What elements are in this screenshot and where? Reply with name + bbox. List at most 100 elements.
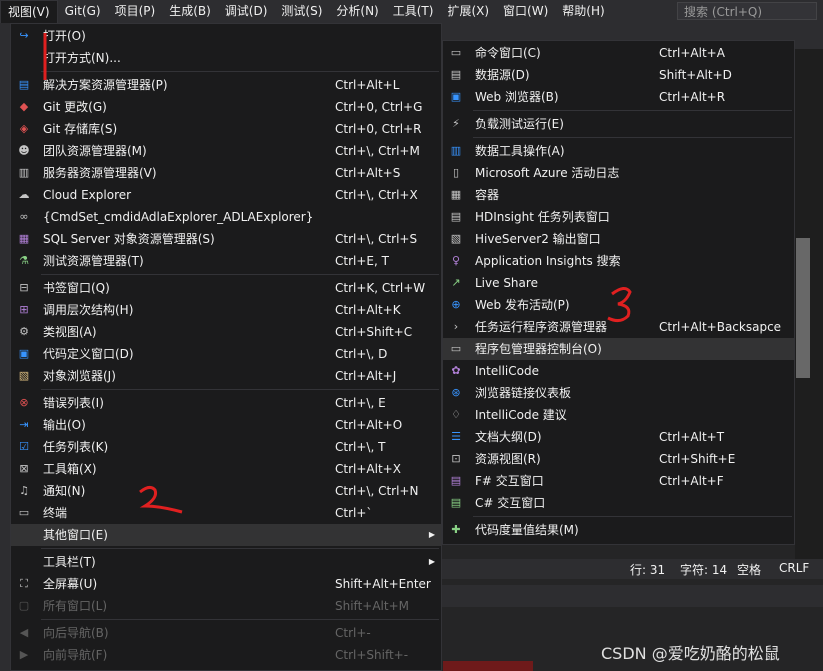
- submenu-item-package-manager-console[interactable]: ▭ 程序包管理器控制台(O): [443, 338, 794, 360]
- output-icon: ⇥: [19, 418, 29, 431]
- menu-item-object-browser[interactable]: ▧ 对象浏览器(J) Ctrl+Alt+J: [11, 365, 441, 387]
- menu-debug[interactable]: 调试(D): [218, 0, 275, 23]
- intellicode-icon: ✿: [451, 364, 461, 377]
- submenu-arrow-icon: ▶: [428, 530, 435, 539]
- menu-item-call-hierarchy[interactable]: ⊞ 调用层次结构(H) Ctrl+Alt+K: [11, 299, 441, 321]
- bookmark-icon: ⊟: [19, 281, 29, 294]
- intellicode-suggest-icon: ♢: [451, 408, 461, 421]
- submenu-item-task-runner[interactable]: › 任务运行程序资源管理器 Ctrl+Alt+Backsapce: [443, 316, 794, 338]
- binoculars-icon: ∞: [19, 210, 29, 223]
- separator: [473, 137, 792, 138]
- toolbox-icon: ⊠: [19, 462, 29, 475]
- app-insights-icon: ♀: [451, 254, 461, 267]
- submenu-item-azure-log[interactable]: ▯ Microsoft Azure 活动日志: [443, 162, 794, 184]
- menu-view[interactable]: 视图(V): [0, 0, 58, 23]
- status-line: 行: 31: [630, 563, 666, 577]
- submenu-item-browser-link[interactable]: ⊛ 浏览器链接仪表板: [443, 382, 794, 404]
- menu-item-team-explorer[interactable]: ☻ 团队资源管理器(M) Ctrl+\, Ctrl+M: [11, 140, 441, 162]
- hdinsight-icon: ▤: [450, 210, 462, 223]
- object-browser-icon: ▧: [18, 369, 30, 382]
- submenu-item-code-metrics[interactable]: ✚ 代码度量值结果(M): [443, 519, 794, 541]
- menu-item-notifications[interactable]: ♫ 通知(N) Ctrl+\, Ctrl+N: [11, 480, 441, 502]
- menu-item-output[interactable]: ⇥ 输出(O) Ctrl+Alt+O: [11, 414, 441, 436]
- code-definition-icon: ▣: [18, 347, 30, 360]
- menu-item-toolbox[interactable]: ⊠ 工具箱(X) Ctrl+Alt+X: [11, 458, 441, 480]
- submenu-item-web-browser[interactable]: ▣ Web 浏览器(B) Ctrl+Alt+R: [443, 86, 794, 108]
- menu-help[interactable]: 帮助(H): [555, 0, 611, 23]
- submenu-item-resource-view[interactable]: ⊡ 资源视图(R) Ctrl+Shift+E: [443, 448, 794, 470]
- submenu-item-command-window[interactable]: ▭ 命令窗口(C) Ctrl+Alt+A: [443, 42, 794, 64]
- submenu-item-web-publish[interactable]: ⊕ Web 发布活动(P): [443, 294, 794, 316]
- menu-item-bookmark[interactable]: ⊟ 书签窗口(Q) Ctrl+K, Ctrl+W: [11, 277, 441, 299]
- menu-item-error-list[interactable]: ⊗ 错误列表(I) Ctrl+\, E: [11, 392, 441, 414]
- status-eol: CRLF: [779, 561, 810, 575]
- menu-git[interactable]: Git(G): [58, 0, 108, 23]
- menu-item-open-with[interactable]: 打开方式(N)...: [11, 47, 441, 69]
- submenu-item-hdinsight[interactable]: ▤ HDInsight 任务列表窗口: [443, 206, 794, 228]
- menu-window[interactable]: 窗口(W): [496, 0, 555, 23]
- submenu-item-load-test[interactable]: ⚡ 负载测试运行(E): [443, 113, 794, 135]
- submenu-item-app-insights[interactable]: ♀ Application Insights 搜索: [443, 250, 794, 272]
- data-tools-icon: ▥: [450, 144, 462, 157]
- menu-item-navigate-forward[interactable]: ▶ 向前导航(F) Ctrl+Shift+-: [11, 644, 441, 666]
- menu-item-terminal[interactable]: ▭ 终端 Ctrl+`: [11, 502, 441, 524]
- menu-test[interactable]: 测试(S): [274, 0, 329, 23]
- all-windows-icon: ▢: [18, 599, 30, 612]
- submenu-item-data-tools[interactable]: ▥ 数据工具操作(A): [443, 140, 794, 162]
- menu-item-fullscreen[interactable]: ⛶ 全屏幕(U) Shift+Alt+Enter: [11, 573, 441, 595]
- menu-item-other-windows[interactable]: 其他窗口(E) ▶: [11, 524, 441, 546]
- separator: [473, 516, 792, 517]
- menu-item-cloud-explorer[interactable]: ☁ Cloud Explorer Ctrl+\, Ctrl+X: [11, 184, 441, 206]
- fullscreen-icon: ⛶: [20, 577, 28, 590]
- menu-tools[interactable]: 工具(T): [386, 0, 441, 23]
- test-explorer-icon: ⚗: [19, 254, 29, 267]
- menu-item-server-explorer[interactable]: ▥ 服务器资源管理器(V) Ctrl+Alt+S: [11, 162, 441, 184]
- submenu-item-intellicode[interactable]: ✿ IntelliCode: [443, 360, 794, 382]
- menu-item-test-explorer[interactable]: ⚗ 测试资源管理器(T) Ctrl+E, T: [11, 250, 441, 272]
- menu-extensions[interactable]: 扩展(X): [440, 0, 496, 23]
- menu-item-class-view[interactable]: ⚙ 类视图(A) Ctrl+Shift+C: [11, 321, 441, 343]
- bottom-panel-header: [440, 585, 823, 607]
- menu-item-open[interactable]: ↪ 打开(O): [11, 25, 441, 47]
- git-repository-icon: ◈: [19, 122, 29, 135]
- menu-item-solution-explorer[interactable]: ▤ 解决方案资源管理器(P) Ctrl+Alt+L: [11, 74, 441, 96]
- menu-item-all-windows[interactable]: ▢ 所有窗口(L) Shift+Alt+M: [11, 595, 441, 617]
- menu-build[interactable]: 生成(B): [162, 0, 218, 23]
- submenu-item-data-source[interactable]: ▤ 数据源(D) Shift+Alt+D: [443, 64, 794, 86]
- submenu-item-document-outline[interactable]: ☰ 文档大纲(D) Ctrl+Alt+T: [443, 426, 794, 448]
- submenu-item-live-share[interactable]: ↗ Live Share: [443, 272, 794, 294]
- exception-highlight: [443, 661, 533, 671]
- server-explorer-icon: ▥: [18, 166, 30, 179]
- search-input[interactable]: 搜索 (Ctrl+Q): [677, 2, 817, 20]
- separator: [41, 274, 439, 275]
- fsharp-interactive-icon: ▤: [450, 474, 462, 487]
- package-manager-console-icon: ▭: [450, 342, 462, 355]
- submenu-arrow-icon: ▶: [428, 557, 435, 566]
- resource-view-icon: ⊡: [451, 452, 461, 465]
- submenu-item-intellicode-suggestions[interactable]: ♢ IntelliCode 建议: [443, 404, 794, 426]
- status-space: 空格: [737, 563, 762, 577]
- web-browser-icon: ▣: [450, 90, 462, 103]
- menu-analyze[interactable]: 分析(N): [329, 0, 385, 23]
- menu-item-sql-server[interactable]: ▦ SQL Server 对象资源管理器(S) Ctrl+\, Ctrl+S: [11, 228, 441, 250]
- menu-item-code-definition[interactable]: ▣ 代码定义窗口(D) Ctrl+\, D: [11, 343, 441, 365]
- menu-item-adla-explorer[interactable]: ∞ {CmdSet_cmdidAdlaExplorer_ADLAExplorer}: [11, 206, 441, 228]
- menu-project[interactable]: 项目(P): [108, 0, 163, 23]
- menu-item-git-changes[interactable]: ◆ Git 更改(G) Ctrl+0, Ctrl+G: [11, 96, 441, 118]
- task-list-icon: ☑: [19, 440, 29, 453]
- menu-item-toolbars[interactable]: 工具栏(T) ▶: [11, 551, 441, 573]
- menu-item-git-repository[interactable]: ◈ Git 存储库(S) Ctrl+0, Ctrl+R: [11, 118, 441, 140]
- submenu-item-hiveserver[interactable]: ▧ HiveServer2 输出窗口: [443, 228, 794, 250]
- live-share-icon: ↗: [451, 276, 461, 289]
- menu-item-task-list[interactable]: ☑ 任务列表(K) Ctrl+\, T: [11, 436, 441, 458]
- status-bar: 行: 31 字符: 14 空格 CRLF: [440, 559, 823, 579]
- submenu-item-containers[interactable]: ▦ 容器: [443, 184, 794, 206]
- menu-item-navigate-back[interactable]: ◀ 向后导航(B) Ctrl+-: [11, 622, 441, 644]
- separator: [41, 619, 439, 620]
- other-windows-submenu: ▭ 命令窗口(C) Ctrl+Alt+A ▤ 数据源(D) Shift+Alt+D ▣ W…: [442, 40, 795, 545]
- editor-scrollbar-thumb[interactable]: [796, 238, 810, 378]
- status-char: 字符: 14: [680, 563, 728, 577]
- submenu-item-csharp-interactive[interactable]: ▤ C# 交互窗口: [443, 492, 794, 514]
- submenu-item-fsharp-interactive[interactable]: ▤ F# 交互窗口 Ctrl+Alt+F: [443, 470, 794, 492]
- terminal-icon: ▭: [18, 506, 30, 519]
